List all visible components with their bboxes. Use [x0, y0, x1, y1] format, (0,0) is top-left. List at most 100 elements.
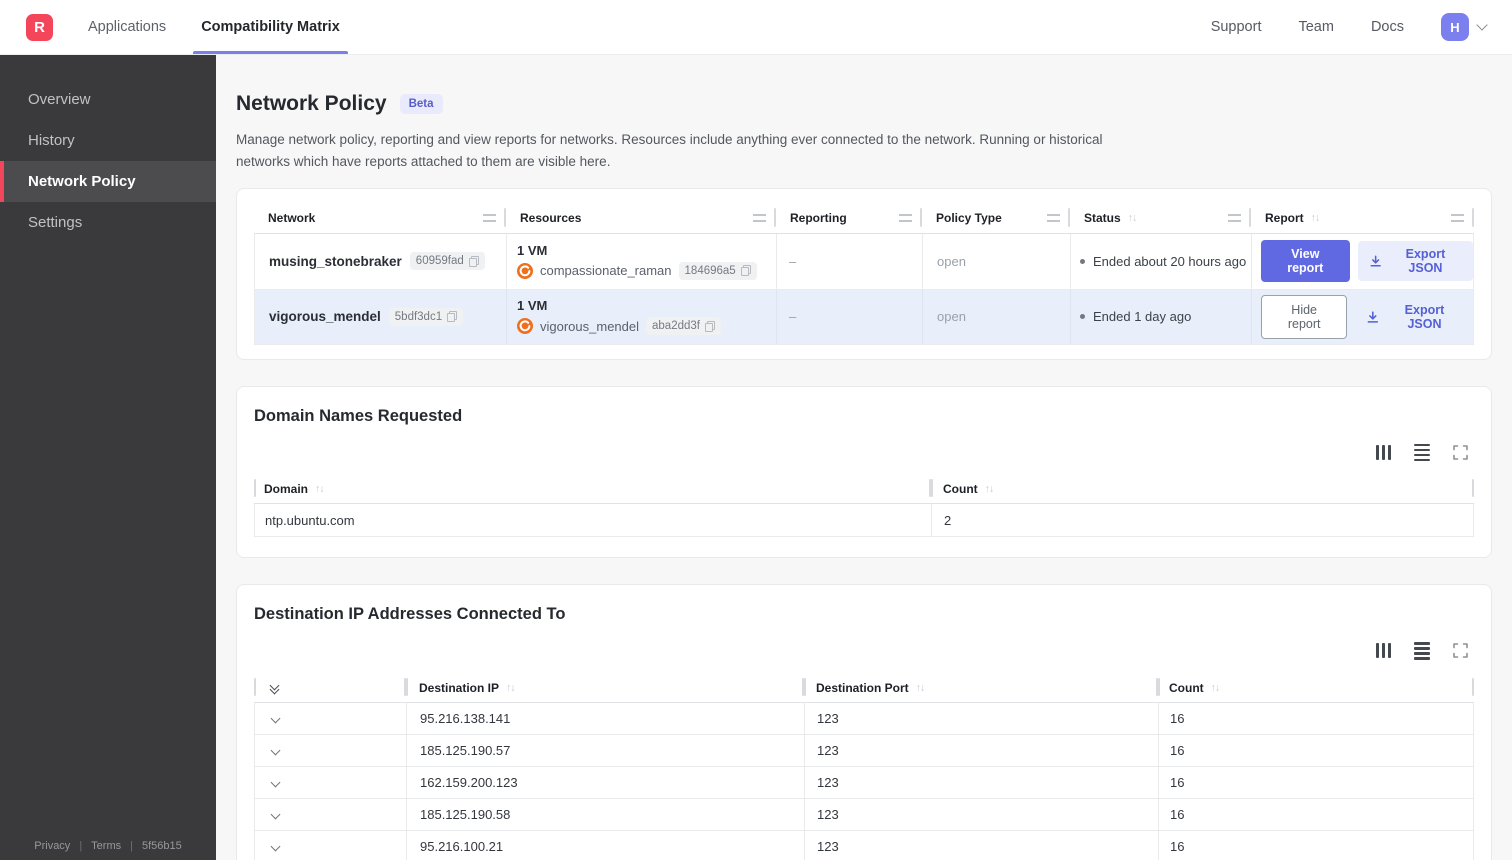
sort-icon[interactable]: [1211, 682, 1220, 694]
column-menu-icon[interactable]: [1451, 213, 1464, 222]
sort-icon[interactable]: [1311, 212, 1320, 224]
resources-count: 1 VM: [517, 242, 548, 258]
network-name: musing_stonebraker: [269, 253, 402, 269]
chevron-down-icon[interactable]: [270, 777, 281, 787]
vm-hash-badge[interactable]: aba2dd3f: [646, 317, 721, 336]
network-name: vigorous_mendel: [269, 309, 381, 325]
column-menu-icon[interactable]: [1228, 213, 1241, 222]
chevron-down-icon[interactable]: [1476, 19, 1488, 31]
rows-icon[interactable]: [1414, 443, 1430, 462]
table-toolbar: [254, 642, 1468, 660]
sidebar-item-history[interactable]: History: [0, 120, 216, 161]
sidebar-item-settings[interactable]: Settings: [0, 202, 216, 243]
expand-all-icon[interactable]: [269, 680, 280, 695]
row-expander[interactable]: [255, 702, 407, 735]
column-header-network: Network: [254, 203, 506, 233]
copy-icon[interactable]: [704, 320, 715, 332]
vm-icon: [517, 262, 533, 279]
export-json-button[interactable]: Export JSON: [1357, 241, 1473, 282]
avatar[interactable]: H: [1441, 13, 1469, 41]
hide-report-button[interactable]: Hide report: [1261, 294, 1348, 339]
copy-icon[interactable]: [740, 265, 751, 277]
column-menu-icon[interactable]: [483, 213, 496, 222]
tab-compatibility-matrix-label: Compatibility Matrix: [201, 19, 340, 35]
export-json-button[interactable]: Export JSON: [1355, 297, 1473, 337]
destination-ip-card: Destination IP Addresses Connected To De…: [236, 584, 1492, 860]
vm-hash-badge[interactable]: 184696a5: [678, 261, 757, 280]
table-toolbar: [254, 443, 1468, 462]
sort-icon[interactable]: [916, 682, 925, 694]
policy-type-cell: open: [923, 233, 1071, 290]
fullscreen-icon[interactable]: [1453, 643, 1468, 659]
nav-link-support[interactable]: Support: [1211, 19, 1262, 35]
nav-link-docs[interactable]: Docs: [1371, 19, 1404, 35]
destination-ip-cell: 95.216.138.141: [407, 702, 805, 735]
hash-text: 60959fad: [415, 255, 464, 268]
destination-port-cell: 123: [805, 766, 1159, 799]
table-row: 95.216.138.141 123 16: [255, 702, 1473, 735]
destination-ip-cell: 185.125.190.57: [407, 734, 805, 767]
row-expander[interactable]: [255, 830, 407, 860]
network-hash-badge[interactable]: 60959fad: [409, 252, 485, 271]
domain-names-card: Domain Names Requested Domain Count ntp.…: [236, 385, 1492, 559]
sort-icon[interactable]: [315, 483, 324, 495]
sidebar-item-overview[interactable]: Overview: [0, 79, 216, 120]
destination-table-body: 95.216.138.141 123 16 185.125.190.57 123…: [254, 701, 1474, 860]
domain-table-body: ntp.ubuntu.com 2: [254, 503, 1474, 538]
column-header-policy-type: Policy Type: [922, 203, 1070, 233]
divider: |: [79, 840, 83, 852]
row-expander[interactable]: [255, 734, 407, 767]
destination-port-cell: 123: [805, 830, 1159, 860]
terms-link[interactable]: Terms: [91, 840, 121, 852]
count-cell: 16: [1159, 703, 1473, 735]
copy-icon[interactable]: [468, 255, 479, 267]
table-row: ntp.ubuntu.com 2: [255, 504, 1473, 537]
chevron-down-icon[interactable]: [270, 841, 281, 851]
table-row: 185.125.190.58 123 16: [255, 798, 1473, 831]
sort-icon[interactable]: [1128, 212, 1137, 224]
chevron-down-icon[interactable]: [270, 809, 281, 819]
column-label: Destination Port: [816, 680, 909, 695]
column-header-count: Count: [1158, 674, 1474, 702]
row-expander[interactable]: [255, 798, 407, 831]
status-dot-icon: [1080, 258, 1085, 264]
columns-icon[interactable]: [1375, 643, 1391, 659]
count-cell: 16: [1159, 735, 1473, 767]
column-menu-icon[interactable]: [1047, 213, 1060, 222]
domain-cell: ntp.ubuntu.com: [255, 504, 932, 537]
chevron-down-icon[interactable]: [270, 713, 281, 723]
hash-text: aba2dd3f: [652, 320, 700, 333]
view-report-button[interactable]: View report: [1261, 240, 1350, 283]
column-header-domain: Domain: [254, 475, 931, 503]
network-hash-badge[interactable]: 5bdf3dc1: [388, 307, 464, 326]
status-cell: Ended about 20 hours ago: [1071, 233, 1252, 290]
copy-icon[interactable]: [447, 311, 458, 323]
chevron-down-icon[interactable]: [270, 745, 281, 755]
tab-applications[interactable]: Applications: [88, 0, 166, 54]
app-logo[interactable]: R: [26, 13, 53, 41]
tab-compatibility-matrix[interactable]: Compatibility Matrix: [193, 0, 348, 54]
download-icon: [1370, 255, 1381, 267]
fullscreen-icon[interactable]: [1453, 444, 1468, 460]
policy-type-cell: open: [923, 289, 1071, 344]
table-row: musing_stonebraker 60959fad 1 VM compass…: [255, 233, 1473, 290]
resources-cell: 1 VM vigorous_mendel aba2dd3f: [507, 289, 777, 344]
table-row: 185.125.190.57 123 16: [255, 734, 1473, 767]
nav-link-team[interactable]: Team: [1298, 19, 1333, 35]
column-label: Status: [1084, 210, 1121, 225]
build-hash: 5f56b15: [141, 840, 182, 852]
sidebar-item-network-policy[interactable]: Network Policy: [0, 161, 216, 202]
column-menu-icon[interactable]: [899, 213, 912, 222]
sort-icon[interactable]: [506, 682, 515, 694]
column-header-resources: Resources: [506, 203, 776, 233]
row-expander[interactable]: [255, 766, 407, 799]
beta-badge: Beta: [399, 94, 443, 114]
destination-ip-cell: 95.216.100.21: [407, 830, 805, 860]
column-menu-icon[interactable]: [753, 213, 766, 222]
privacy-link[interactable]: Privacy: [34, 840, 70, 852]
sort-icon[interactable]: [985, 483, 994, 495]
status-text: Ended 1 day ago: [1093, 309, 1192, 325]
user-menu[interactable]: H: [1441, 13, 1488, 41]
columns-icon[interactable]: [1375, 444, 1391, 460]
rows-icon[interactable]: [1414, 642, 1430, 660]
